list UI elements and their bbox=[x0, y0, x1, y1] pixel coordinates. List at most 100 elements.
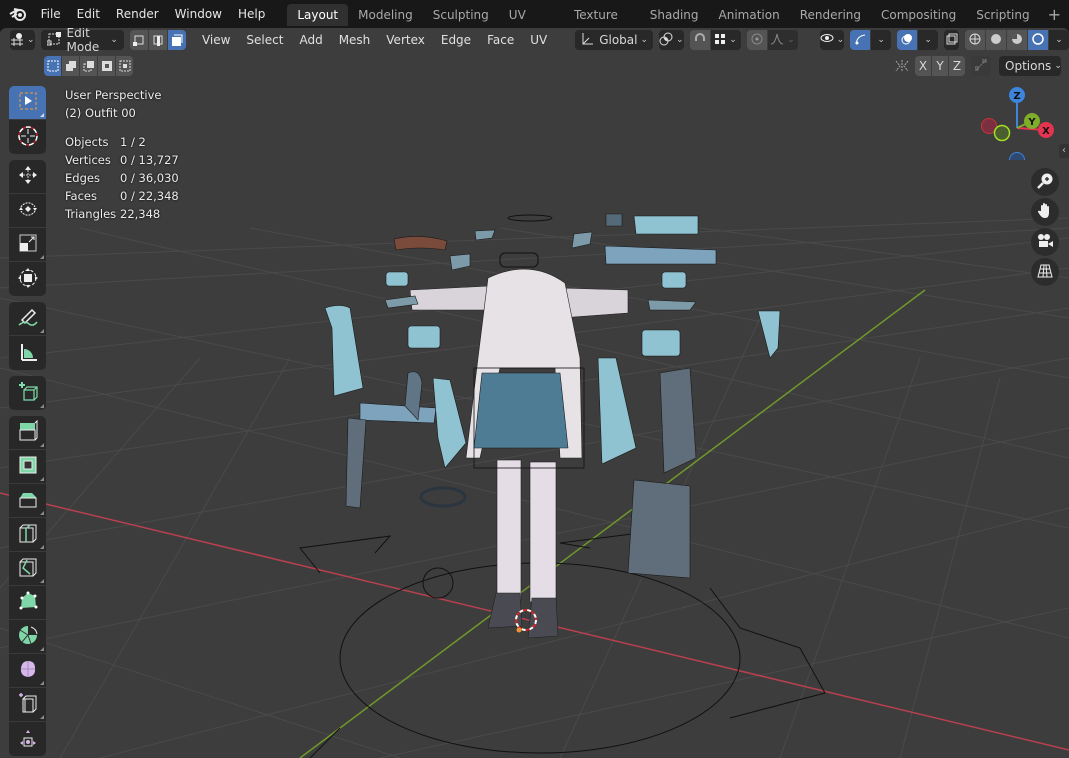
tool-move[interactable] bbox=[9, 160, 46, 194]
topology-mirror-toggle[interactable] bbox=[971, 56, 991, 76]
submenu-corner-icon bbox=[40, 113, 44, 117]
shading-material-button[interactable] bbox=[1007, 30, 1027, 50]
tool-extrude-region[interactable] bbox=[9, 416, 46, 450]
tool-transform[interactable] bbox=[9, 262, 46, 296]
shading-dropdown[interactable]: ⌄ bbox=[1049, 30, 1069, 50]
menu-vertex[interactable]: Vertex bbox=[378, 30, 433, 50]
tab-scripting[interactable]: Scripting bbox=[966, 4, 1039, 26]
transform-orientation-dropdown[interactable]: Global ⌄ bbox=[575, 30, 654, 50]
tool-knife[interactable] bbox=[9, 552, 46, 586]
move-icon bbox=[17, 164, 39, 189]
menu-window[interactable]: Window bbox=[167, 0, 230, 28]
menu-edge[interactable]: Edge bbox=[433, 30, 479, 50]
tool-group-transform bbox=[9, 160, 46, 296]
shading-solid-button[interactable] bbox=[986, 30, 1006, 50]
edge-select-mode-button[interactable] bbox=[148, 30, 167, 50]
mirror-y-toggle[interactable]: Y bbox=[932, 56, 948, 76]
set-new-selection-button[interactable] bbox=[44, 56, 61, 76]
menu-mesh[interactable]: Mesh bbox=[331, 30, 379, 50]
editor-type-button[interactable]: ⌄ bbox=[10, 30, 35, 50]
tool-inset-faces[interactable] bbox=[9, 450, 46, 484]
tab-compositing[interactable]: Compositing bbox=[871, 4, 966, 26]
tool-select-box[interactable] bbox=[9, 86, 46, 120]
sidebar-collapse-arrow[interactable]: ‹ bbox=[1059, 144, 1069, 158]
pivot-point-dropdown[interactable]: ⌄ bbox=[659, 30, 684, 50]
menu-add[interactable]: Add bbox=[291, 30, 330, 50]
tool-bevel[interactable] bbox=[9, 484, 46, 518]
tool-annotate[interactable] bbox=[9, 302, 46, 336]
tab-animation[interactable]: Animation bbox=[709, 4, 790, 26]
tool-shear[interactable] bbox=[9, 722, 46, 756]
tool-group-select bbox=[9, 86, 46, 154]
tool-shrink-fatten[interactable] bbox=[9, 688, 46, 722]
mode-selector[interactable]: Edit Mode ⌄ bbox=[40, 28, 124, 54]
proportional-falloff-dropdown[interactable]: ⌄ bbox=[767, 30, 798, 50]
tool-settings-header: X Y Z Options ⌄ bbox=[0, 54, 1069, 78]
submenu-corner-icon bbox=[40, 443, 44, 447]
toggle-xray-button[interactable] bbox=[944, 30, 959, 50]
perspective-grid-icon bbox=[1036, 262, 1054, 283]
tool-measure[interactable] bbox=[9, 336, 46, 370]
snap-target-dropdown[interactable]: ⌄ bbox=[710, 30, 741, 50]
menu-file[interactable]: File bbox=[33, 0, 69, 28]
show-gizmo-toggle[interactable] bbox=[850, 30, 871, 50]
gizmo-icon bbox=[854, 33, 866, 48]
selectability-visibility-dropdown[interactable]: ⌄ bbox=[819, 30, 845, 50]
face-select-mode-button[interactable] bbox=[167, 30, 186, 50]
camera-view-button[interactable] bbox=[1031, 228, 1059, 256]
mirror-x-toggle[interactable]: X bbox=[915, 56, 931, 76]
menu-view[interactable]: View bbox=[194, 30, 238, 50]
3d-viewport[interactable]: ⌄ Edit Mode ⌄ View Select Add Mesh Verte… bbox=[0, 28, 1069, 758]
tool-cursor[interactable] bbox=[9, 120, 46, 154]
chevron-down-icon: ⌄ bbox=[924, 35, 932, 45]
blender-logo-icon[interactable] bbox=[4, 0, 33, 28]
invert-selection-button[interactable] bbox=[98, 56, 115, 76]
gizmo-dropdown[interactable]: ⌄ bbox=[871, 30, 892, 50]
select-mode-group bbox=[129, 30, 186, 50]
pencil-icon bbox=[17, 306, 39, 331]
intersect-selection-button[interactable] bbox=[116, 56, 133, 76]
menu-face[interactable]: Face bbox=[479, 30, 522, 50]
eye-cursor-icon bbox=[820, 33, 834, 48]
tool-poly-build[interactable] bbox=[9, 586, 46, 620]
proportional-circle-icon bbox=[751, 33, 763, 48]
tab-uv-editing[interactable]: UV Editing bbox=[499, 4, 564, 44]
pivot-icon bbox=[659, 32, 673, 49]
tab-sculpting[interactable]: Sculpting bbox=[423, 4, 499, 26]
extend-selection-button[interactable] bbox=[62, 56, 79, 76]
add-workspace-button[interactable]: + bbox=[1040, 4, 1069, 26]
proportional-edit-toggle[interactable] bbox=[746, 30, 767, 50]
subtract-selection-button[interactable] bbox=[80, 56, 97, 76]
tool-scale[interactable] bbox=[9, 228, 46, 262]
tab-modeling[interactable]: Modeling bbox=[348, 4, 423, 26]
shading-wireframe-button[interactable] bbox=[965, 30, 985, 50]
pan-view-button[interactable] bbox=[1031, 198, 1059, 226]
tool-loop-cut[interactable] bbox=[9, 518, 46, 552]
shrink-fatten-icon bbox=[17, 692, 39, 717]
tab-texture-paint[interactable]: Texture Paint bbox=[564, 4, 640, 44]
overlays-dropdown[interactable]: ⌄ bbox=[918, 30, 939, 50]
tab-shading[interactable]: Shading bbox=[640, 4, 709, 26]
tool-spin[interactable] bbox=[9, 620, 46, 654]
menu-edit[interactable]: Edit bbox=[69, 0, 108, 28]
menu-uv[interactable]: UV bbox=[522, 30, 555, 50]
tab-rendering[interactable]: Rendering bbox=[790, 4, 871, 26]
show-overlays-toggle[interactable] bbox=[897, 30, 918, 50]
options-dropdown[interactable]: Options ⌄ bbox=[999, 56, 1062, 76]
tool-smooth[interactable] bbox=[9, 654, 46, 688]
shading-rendered-button[interactable] bbox=[1028, 30, 1048, 50]
menu-help[interactable]: Help bbox=[230, 0, 273, 28]
mirror-z-toggle[interactable]: Z bbox=[949, 56, 965, 76]
vertex-select-mode-button[interactable] bbox=[129, 30, 148, 50]
tab-layout[interactable]: Layout bbox=[287, 4, 349, 26]
menu-select[interactable]: Select bbox=[238, 30, 291, 50]
snap-toggle[interactable] bbox=[689, 30, 710, 50]
tool-add-cube[interactable] bbox=[9, 376, 46, 410]
zoom-view-button[interactable] bbox=[1031, 168, 1059, 196]
toggle-perspective-button[interactable] bbox=[1031, 258, 1059, 286]
menu-render[interactable]: Render bbox=[108, 0, 167, 28]
submenu-corner-icon bbox=[40, 477, 44, 481]
tool-rotate[interactable] bbox=[9, 194, 46, 228]
stat-faces: Faces 0 / 22,348 bbox=[65, 189, 179, 203]
axis-orientation-gizmo[interactable]: Z Y X bbox=[970, 80, 1069, 160]
